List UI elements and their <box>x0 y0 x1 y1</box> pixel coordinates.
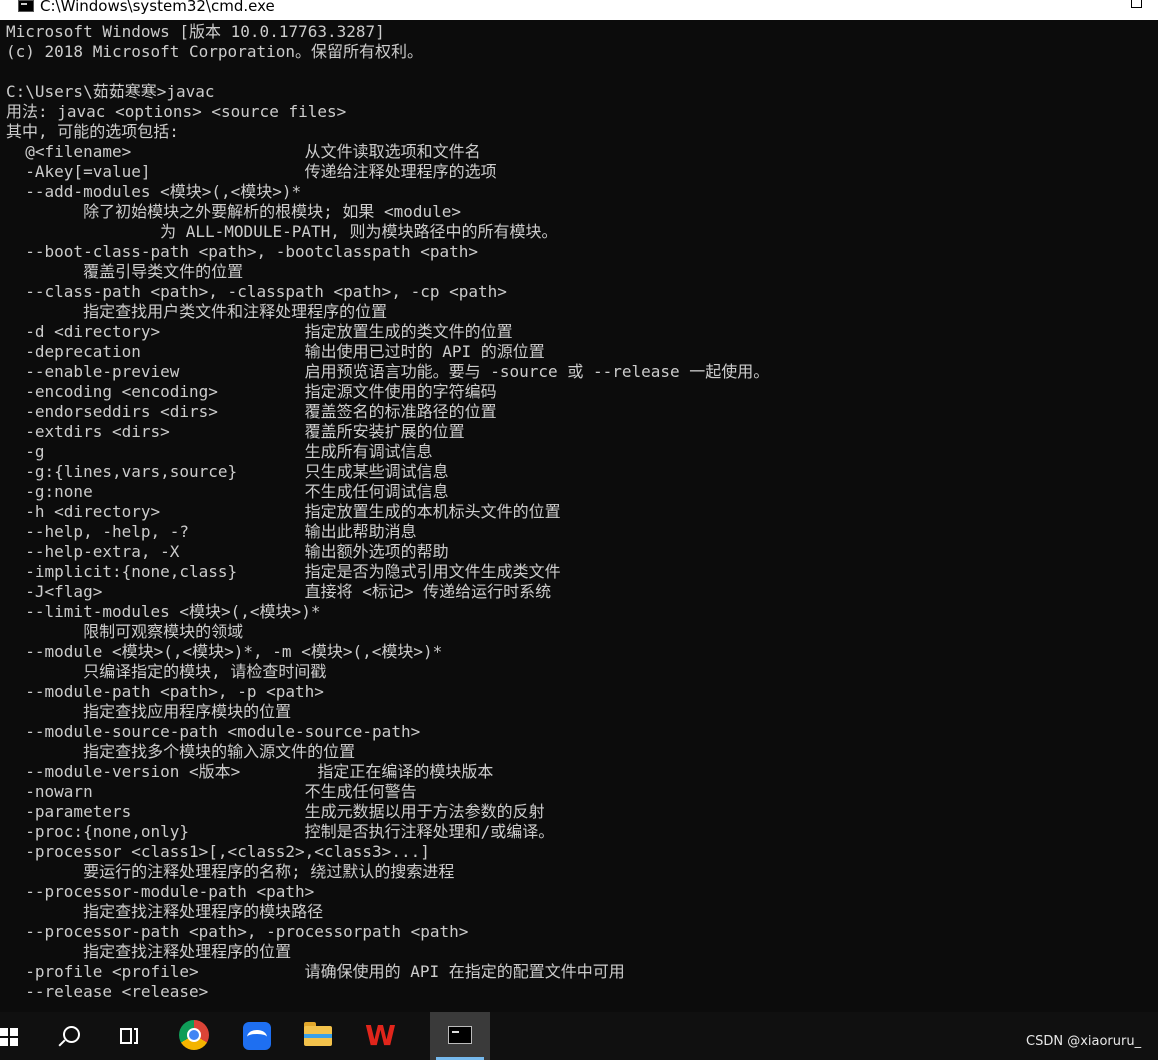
folder-band <box>304 1034 332 1038</box>
terminal-line: -endorseddirs <dirs> 覆盖签名的标准路径的位置 <box>6 402 497 421</box>
terminal-line: --enable-preview 启用预览语言功能。要与 -source 或 -… <box>6 362 770 381</box>
start-logo-pane <box>10 1028 18 1036</box>
file-explorer-icon[interactable] <box>287 1012 349 1060</box>
terminal-line: 指定查找注释处理程序的模块路径 <box>6 902 324 921</box>
terminal-line: --add-modules <模块>(,<模块>)* <box>6 182 302 201</box>
terminal-line: --module-version <版本> 指定正在编译的模块版本 <box>6 762 494 781</box>
terminal-line: --release <release> <box>6 982 209 1001</box>
terminal-line: -extdirs <dirs> 覆盖所安装扩展的位置 <box>6 422 465 441</box>
search-icon[interactable] <box>40 1012 102 1060</box>
terminal-output[interactable]: Microsoft Windows [版本 10.0.17763.3287] (c… <box>6 22 1156 1010</box>
maximize-button[interactable] <box>1112 0 1158 20</box>
minimize-button[interactable] <box>1020 0 1066 20</box>
terminal-line: -processor <class1>[,<class2>,<class3>..… <box>6 842 430 861</box>
chrome-icon[interactable] <box>163 1012 225 1060</box>
terminal-line: 除了初始模块之外要解析的根模块; 如果 <module> <box>6 202 462 221</box>
task-view-frame <box>134 1028 138 1044</box>
terminal-line: -implicit:{none,class} 指定是否为隐式引用文件生成类文件 <box>6 562 561 581</box>
taskbar: W CSDN @xiaoruru_ <box>0 1012 1158 1060</box>
terminal-line: 指定查找注释处理程序的位置 <box>6 942 292 961</box>
terminal-line: --module-path <path>, -p <path> <box>6 682 324 701</box>
task-view-frame <box>120 1028 132 1044</box>
terminal-line: -nowarn 不生成任何警告 <box>6 782 417 801</box>
terminal-line: (c) 2018 Microsoft Corporation。保留所有权利。 <box>6 42 423 61</box>
terminal-line: 限制可观察模块的领域 <box>6 622 244 641</box>
terminal-line: 覆盖引导类文件的位置 <box>6 262 244 281</box>
start-logo-pane <box>10 1038 18 1046</box>
terminal-line: --module <模块>(,<模块>)*, -m <模块>(,<模块>)* <box>6 642 443 661</box>
terminal-line: -J<flag> 直接将 <标记> 传递给运行时系统 <box>6 582 552 601</box>
start-logo-pane <box>0 1028 8 1036</box>
terminal-line: --limit-modules <模块>(,<模块>)* <box>6 602 321 621</box>
task-view-icon[interactable] <box>100 1012 162 1060</box>
terminal-line: --module-source-path <module-source-path… <box>6 722 421 741</box>
terminal-line: 其中, 可能的选项包括: <box>6 122 179 141</box>
terminal-line: C:\Users\茹茹寒寒>javac <box>6 82 215 101</box>
terminal-line: 为 ALL-MODULE-PATH, 则为模块路径中的所有模块。 <box>6 222 558 241</box>
wps-glyph: W <box>365 1019 396 1052</box>
chrome-core <box>187 1028 201 1042</box>
terminal-line: --help, -help, -? 输出此帮助消息 <box>6 522 417 541</box>
window-title: C:\Windows\system32\cmd.exe <box>40 0 275 15</box>
terminal-line: -proc:{none,only} 控制是否执行注释处理和/或编译。 <box>6 822 555 841</box>
terminal-line: -profile <profile> 请确保使用的 API 在指定的配置文件中可… <box>6 962 625 981</box>
terminal-line: --boot-class-path <path>, -bootclasspath… <box>6 242 479 261</box>
terminal-line: -deprecation 输出使用已过时的 API 的源位置 <box>6 342 545 361</box>
search-handle <box>58 1039 66 1047</box>
terminal-line: --help-extra, -X 输出额外选项的帮助 <box>6 542 449 561</box>
terminal-line: -Akey[=value] 传递给注释处理程序的选项 <box>6 162 497 181</box>
windows-start-icon[interactable] <box>0 1012 36 1060</box>
terminal-line: 用法: javac <options> <source files> <box>6 102 347 121</box>
terminal-line: -g 生成所有调试信息 <box>6 442 433 461</box>
terminal-line: --processor-module-path <path> <box>6 882 315 901</box>
terminal-line: -encoding <encoding> 指定源文件使用的字符编码 <box>6 382 497 401</box>
terminal-line: -parameters 生成元数据以用于方法参数的反射 <box>6 802 545 821</box>
terminal-line: 指定查找应用程序模块的位置 <box>6 702 292 721</box>
title-bar[interactable]: C:\Windows\system32\cmd.exe <box>0 0 1158 20</box>
terminal-line: 指定查找用户类文件和注释处理程序的位置 <box>6 302 388 321</box>
start-logo-pane <box>0 1038 8 1046</box>
blue-app-wave <box>247 1030 267 1044</box>
cmd-screen <box>448 1026 472 1044</box>
cmd-app-icon[interactable] <box>18 0 34 12</box>
terminal-line: 要运行的注释处理程序的名称; 绕过默认的搜索进程 <box>6 862 455 881</box>
terminal-line: @<filename> 从文件读取选项和文件名 <box>6 142 481 161</box>
terminal-line: -g:{lines,vars,source} 只生成某些调试信息 <box>6 462 449 481</box>
terminal-line: -g:none 不生成任何调试信息 <box>6 482 449 501</box>
tray-watermark: CSDN @xiaoruru_ <box>1026 1034 1142 1049</box>
terminal-line: -h <directory> 指定放置生成的本机标头文件的位置 <box>6 502 561 521</box>
cmd-window[interactable]: C:\Windows\system32\cmd.exe Microsoft Wi… <box>0 0 1158 1012</box>
terminal-line: --processor-path <path>, -processorpath … <box>6 922 469 941</box>
blue-app-icon[interactable] <box>225 1012 287 1060</box>
terminal-line: --class-path <path>, -classpath <path>, … <box>6 282 507 301</box>
terminal-line: Microsoft Windows [版本 10.0.17763.3287] <box>6 22 385 41</box>
terminal-line: -d <directory> 指定放置生成的类文件的位置 <box>6 322 513 341</box>
command-prompt-icon[interactable] <box>430 1012 490 1060</box>
wps-icon[interactable]: W <box>349 1012 411 1060</box>
terminal-line: 指定查找多个模块的输入源文件的位置 <box>6 742 356 761</box>
terminal-line: 只编译指定的模块, 请检查时间戳 <box>6 662 327 681</box>
